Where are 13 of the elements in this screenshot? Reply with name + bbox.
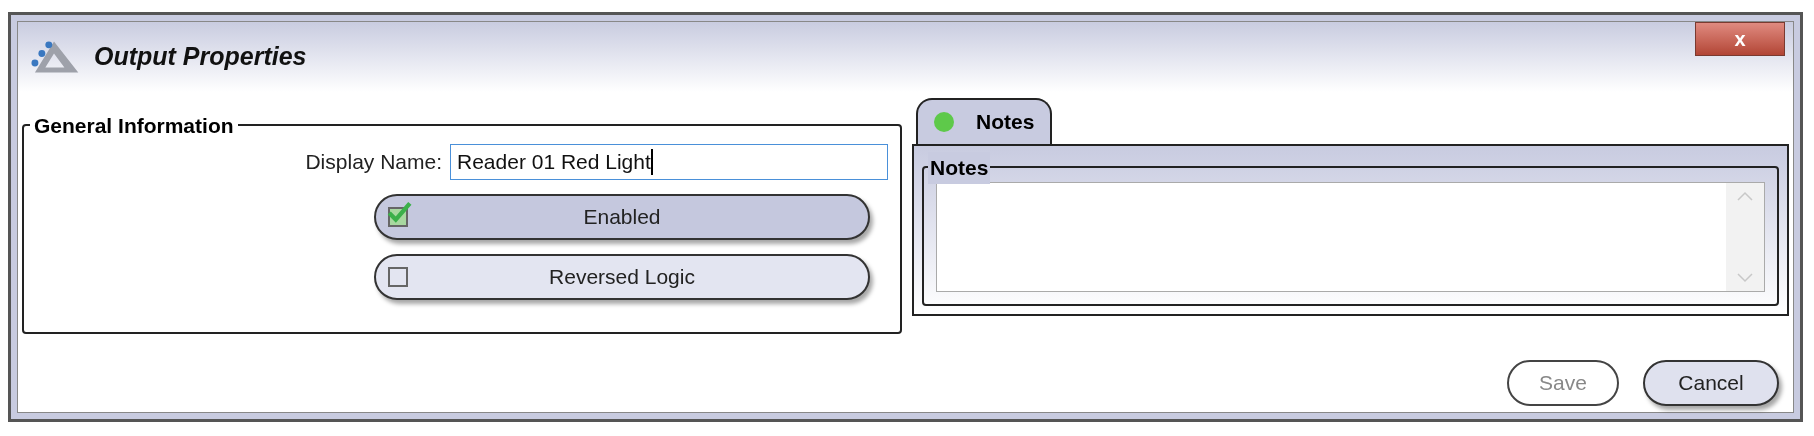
toggle-button[interactable]: Enabled [374,194,870,240]
window-title: Output Properties [94,41,307,73]
tab[interactable]: Notes [916,98,1053,144]
notes-text-area[interactable] [936,182,1765,292]
checkbox[interactable] [386,199,414,229]
close-button[interactable]: x [1695,22,1785,56]
toggle-button[interactable]: Reversed Logic [374,254,870,300]
display-name-field[interactable]: Reader 01 Red Light [450,144,888,180]
scroll-up-icon[interactable] [1737,191,1753,201]
scrollbar[interactable] [1726,183,1764,291]
dialog-button[interactable]: Cancel [1643,360,1779,406]
field-label: Display Name: [305,149,442,176]
scroll-down-icon[interactable] [1737,273,1753,283]
